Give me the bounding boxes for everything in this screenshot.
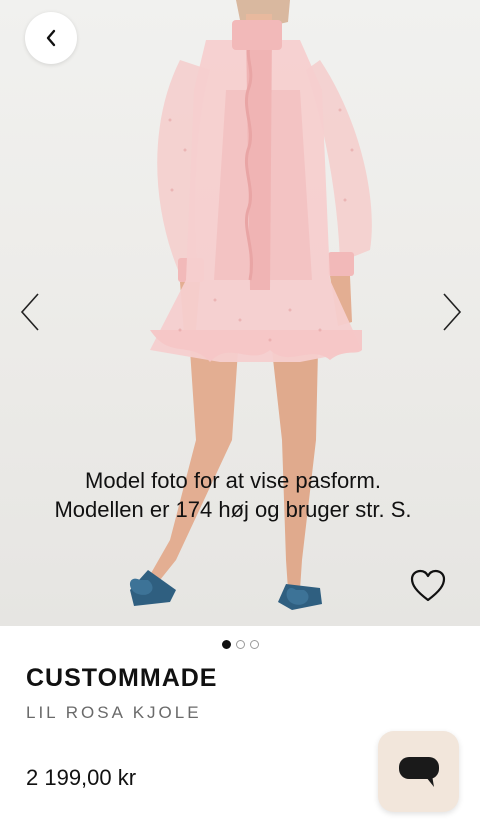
product-photo [129, 0, 372, 610]
chevron-right-icon [443, 293, 462, 331]
product-title: LIL ROSA KJOLE [26, 703, 202, 722]
chevron-left-icon [46, 29, 56, 47]
next-image-button[interactable] [437, 290, 467, 334]
caption-line-2: Modellen er 174 høj og bruger str. S. [54, 497, 412, 522]
chat-bubble-icon [398, 756, 439, 787]
product-image-gallery[interactable]: Model foto for at vise pasform. Modellen… [0, 0, 480, 626]
pagination-dot[interactable] [235, 640, 245, 649]
image-caption: Model foto for at vise pasform. Modellen… [0, 466, 466, 524]
favorite-button[interactable] [410, 569, 446, 603]
chat-button[interactable] [378, 731, 459, 812]
back-button[interactable] [25, 12, 77, 64]
image-pagination [0, 640, 480, 650]
previous-image-button[interactable] [15, 290, 45, 334]
brand-name: CUSTOMMADE [26, 664, 218, 692]
heart-icon [410, 569, 446, 602]
caption-line-1: Model foto for at vise pasform. [85, 468, 381, 493]
pagination-dot[interactable] [249, 640, 259, 649]
pagination-dot-active[interactable] [221, 640, 231, 649]
product-price: 2 199,00 kr [26, 765, 137, 790]
chevron-left-icon [20, 293, 39, 331]
